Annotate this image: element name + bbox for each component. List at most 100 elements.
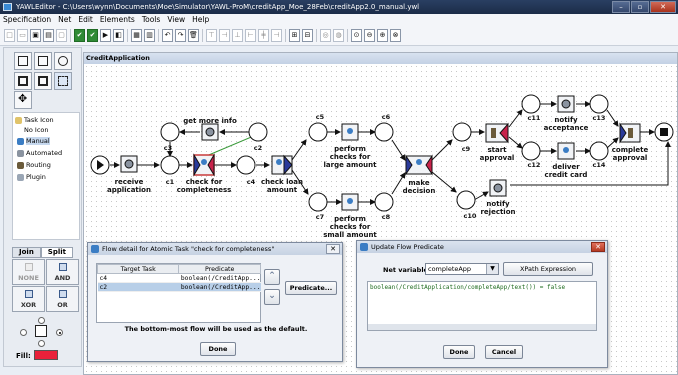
move-down-button[interactable]: ⌄ — [264, 289, 280, 305]
traffic-light-icon — [628, 128, 633, 138]
flow-detail-done-button[interactable]: Done — [200, 342, 236, 356]
condition-label-c3: c3 — [164, 144, 172, 152]
condition-label-c11: c11 — [528, 114, 541, 122]
task-label-start-approval: start approval — [480, 146, 515, 162]
row-target: c4 — [97, 273, 179, 283]
row-predicate: boolean(/CreditApp... — [178, 273, 261, 283]
condition-label-c5: c5 — [316, 113, 325, 121]
manual-person-icon — [563, 147, 569, 153]
flows-table-container: Target Task Predicate c4 boolean(/Credit… — [96, 263, 261, 323]
task-perform-checks-small[interactable] — [341, 193, 359, 211]
task-label-get-info: get more info — [183, 117, 237, 125]
condition-c11[interactable] — [521, 94, 541, 114]
condition-start[interactable] — [90, 155, 110, 175]
condition-c5[interactable] — [308, 122, 328, 142]
condition-label-c14: c14 — [593, 161, 606, 169]
task-check-for-completeness[interactable] — [193, 153, 215, 177]
update-predicate-cancel-button[interactable]: Cancel — [485, 345, 523, 359]
gear-icon — [493, 183, 503, 193]
update-predicate-dialog: Update Flow Predicate ✕ Net variable: co… — [356, 240, 608, 368]
manual-person-icon — [416, 159, 422, 165]
task-label-deliver-card: deliver credit card — [545, 163, 588, 179]
app-icon — [91, 245, 99, 253]
task-complete-approval[interactable] — [619, 122, 641, 144]
flow-detail-title: Flow detail for Atomic Task "check for c… — [102, 245, 275, 253]
gear-icon — [561, 99, 571, 109]
condition-c10[interactable] — [456, 190, 476, 210]
condition-c3[interactable] — [160, 122, 180, 142]
app-icon — [360, 243, 368, 251]
task-label-complete-approval: complete approval — [612, 146, 649, 162]
table-row-selected[interactable]: c2 boolean(/CreditApp... — [97, 282, 261, 292]
condition-label-c6: c6 — [382, 113, 391, 121]
default-flow-note: The bottom-most flow will be used as the… — [124, 325, 308, 333]
manual-person-icon — [347, 128, 353, 134]
task-start-approval[interactable] — [485, 122, 509, 144]
task-notify-rejection[interactable] — [489, 179, 507, 197]
task-receive-application[interactable] — [120, 155, 138, 173]
flow-detail-dialog: Flow detail for Atomic Task "check for c… — [87, 242, 343, 362]
condition-label-c13: c13 — [593, 114, 606, 122]
update-predicate-done-button[interactable]: Done — [443, 345, 475, 359]
condition-c7[interactable] — [308, 192, 328, 212]
xpath-expression-button[interactable]: XPath Expression — [503, 262, 593, 276]
task-label-large: perform checks for large amount — [324, 145, 378, 169]
condition-c8[interactable] — [374, 192, 394, 212]
flows-table: Target Task Predicate c4 boolean(/Credit… — [96, 264, 261, 292]
condition-c13[interactable] — [589, 94, 609, 114]
net-variable-select[interactable]: completeApp ▼ — [425, 263, 499, 275]
flow-detail-close-button[interactable]: ✕ — [326, 244, 340, 254]
task-get-more-info[interactable] — [201, 123, 219, 141]
col-predicate[interactable]: Predicate — [178, 264, 261, 274]
task-label-receive: receive application — [107, 178, 151, 194]
gear-icon — [124, 159, 134, 169]
task-perform-checks-large[interactable] — [341, 123, 359, 141]
task-deliver-credit-card[interactable] — [557, 142, 575, 160]
condition-label-c7: c7 — [316, 213, 324, 221]
condition-c1[interactable] — [160, 155, 180, 175]
task-notify-acceptance[interactable] — [557, 95, 575, 113]
task-label-decision: make decision — [403, 179, 436, 195]
predicate-button[interactable]: Predicate... — [285, 281, 337, 295]
condition-label-c4: c4 — [247, 178, 256, 186]
predicate-editor[interactable]: boolean(/CreditApplication/completeApp/t… — [367, 281, 597, 331]
chevron-down-icon: ▼ — [486, 264, 498, 274]
col-target-task[interactable]: Target Task — [96, 264, 180, 274]
row-predicate: boolean(/CreditApp... — [178, 282, 261, 292]
task-label-notify-acceptance: notify acceptance — [544, 116, 589, 132]
manual-person-icon — [201, 159, 207, 165]
condition-label-c10: c10 — [464, 212, 477, 220]
condition-c6[interactable] — [374, 122, 394, 142]
task-make-decision[interactable] — [405, 154, 433, 176]
condition-label-c8: c8 — [382, 213, 391, 221]
flow-detail-title-bar: Flow detail for Atomic Task "check for c… — [88, 243, 342, 255]
manual-person-icon — [276, 159, 282, 165]
condition-c2[interactable] — [248, 122, 268, 142]
task-label-small: perform checks for small amount — [323, 215, 377, 239]
condition-label-c12: c12 — [528, 161, 541, 169]
predicate-expression: boolean(/CreditApplication/completeApp/t… — [370, 284, 566, 291]
condition-label-c2: c2 — [254, 144, 262, 152]
gear-icon — [205, 127, 215, 137]
update-predicate-title: Update Flow Predicate — [371, 243, 444, 251]
condition-c4[interactable] — [236, 155, 256, 175]
condition-end[interactable] — [654, 122, 674, 142]
traffic-light-icon — [491, 128, 496, 138]
condition-label-c9: c9 — [462, 145, 471, 153]
condition-c12[interactable] — [521, 141, 541, 161]
editor-status-strip — [368, 324, 596, 330]
task-label-check: check for completeness — [177, 178, 232, 194]
condition-c14[interactable] — [589, 141, 609, 161]
row-target: c2 — [97, 282, 179, 292]
condition-c9[interactable] — [452, 122, 472, 142]
task-label-notify-rejection: notify rejection — [480, 200, 515, 216]
table-row[interactable]: c4 boolean(/CreditApp... — [97, 273, 261, 283]
task-label-check-loan: check loan amount — [261, 178, 303, 194]
update-predicate-close-button[interactable]: ✕ — [591, 242, 605, 252]
update-predicate-title-bar: Update Flow Predicate ✕ — [357, 241, 607, 253]
task-check-loan-amount[interactable] — [271, 154, 293, 176]
net-variable-value: completeApp — [428, 265, 472, 273]
move-up-button[interactable]: ⌃ — [264, 269, 280, 285]
condition-label-c1: c1 — [166, 178, 175, 186]
net-variable-label: Net variable: — [383, 266, 431, 274]
